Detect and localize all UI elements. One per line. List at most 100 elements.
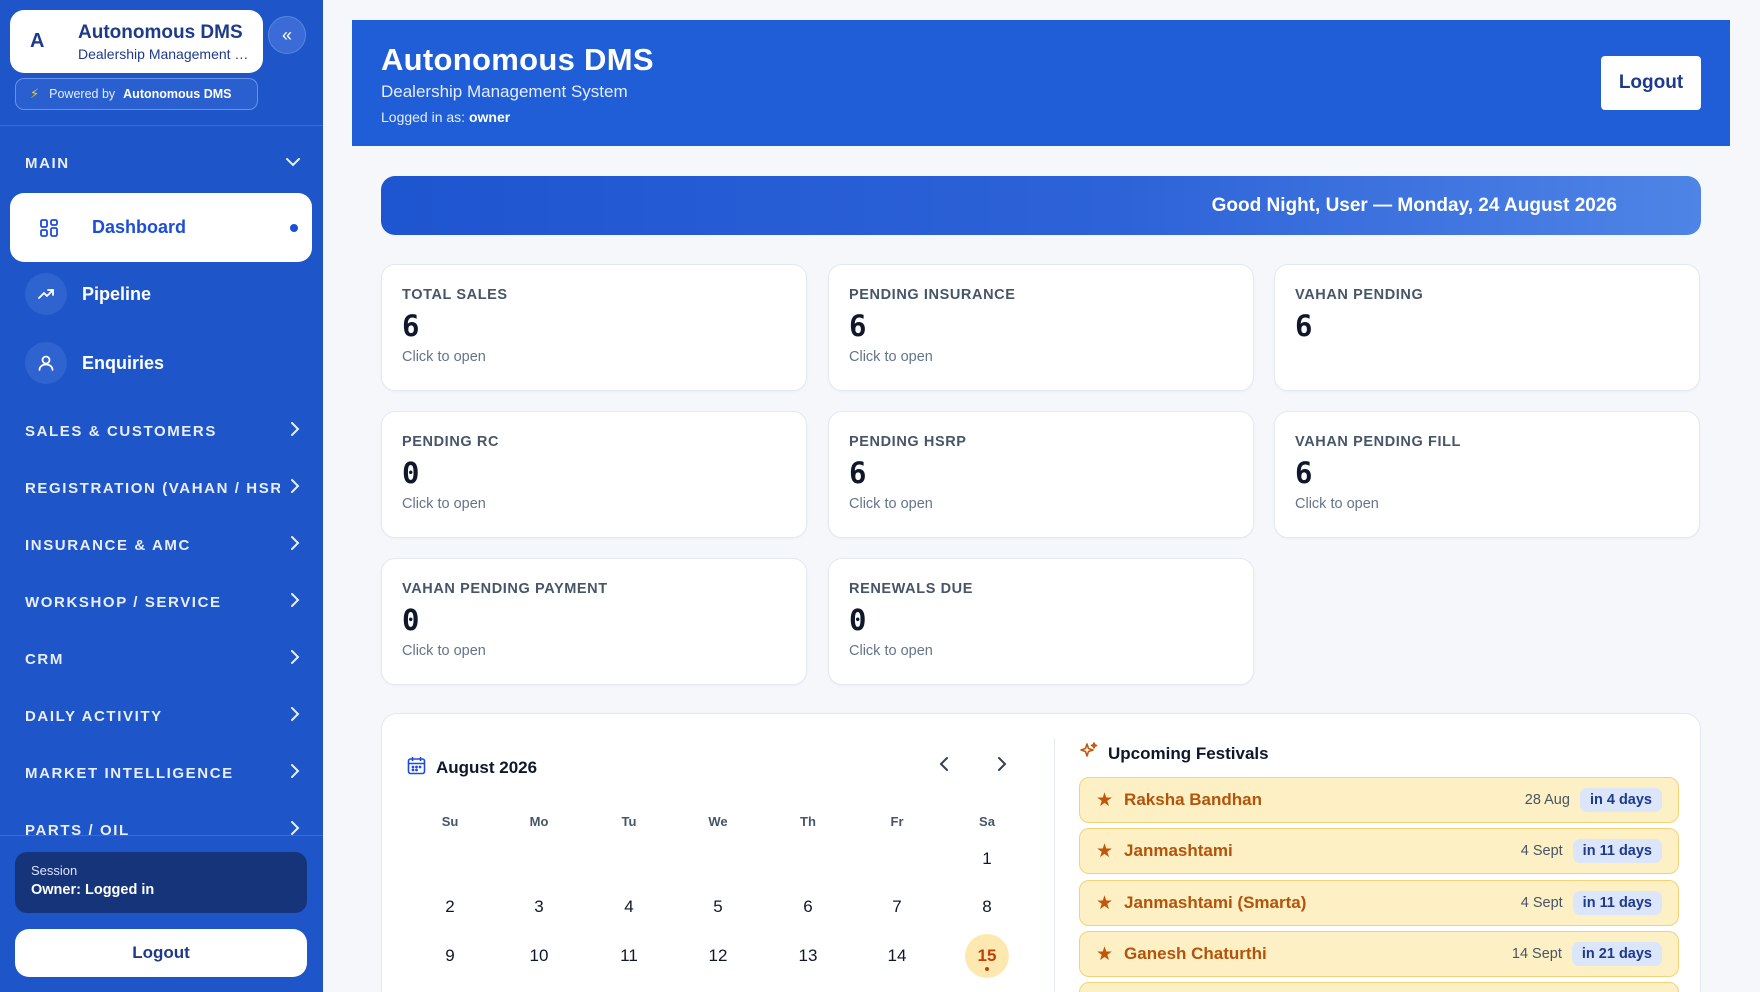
logged-in-as: Logged in as: owner: [381, 109, 1730, 125]
sparkle-icon: [1079, 741, 1099, 766]
calendar-day[interactable]: 1: [965, 837, 1009, 881]
section-label: INSURANCE & AMC: [25, 537, 191, 554]
calendar-festivals-panel: August 2026 Su Mo Tu We Th Fr Sa 1 2 3 4 5 6 7 8 9 10 11…: [381, 713, 1701, 992]
calendar-day[interactable]: 12: [696, 934, 740, 978]
calendar-day[interactable]: 10: [517, 934, 561, 978]
festival-item[interactable]: ★ Raksha Bandhan 28 Aug in 4 days: [1079, 777, 1679, 823]
festival-countdown-badge: in 21 days: [1571, 942, 1662, 966]
stat-card-renewals-due[interactable]: RENEWALS DUE 0 Click to open: [828, 558, 1254, 685]
calendar-day[interactable]: 6: [786, 885, 830, 929]
brand-title: Autonomous DMS: [78, 21, 243, 43]
section-main-label: MAIN: [25, 154, 70, 172]
stat-label: RENEWALS DUE: [849, 581, 974, 597]
section-label: CRM: [25, 651, 64, 668]
festival-item[interactable]: ★ Janmashtami 4 Sept in 11 days: [1079, 828, 1679, 874]
session-value: Owner: Logged in: [31, 882, 155, 898]
chevron-right-icon: [291, 479, 300, 498]
festival-date: 4 Sept: [1520, 895, 1563, 911]
stat-card-vahan-pending-fill[interactable]: VAHAN PENDING FILL 6 Click to open: [1274, 411, 1700, 538]
stat-value: 6: [849, 309, 867, 343]
festival-item[interactable]: ★ Janmashtami (Smarta) 4 Sept in 11 days: [1079, 880, 1679, 926]
calendar-day[interactable]: 9: [428, 934, 472, 978]
section-insurance-amc[interactable]: INSURANCE & AMC: [25, 536, 300, 555]
star-icon: ★: [1096, 840, 1114, 862]
section-crm[interactable]: CRM: [25, 650, 300, 669]
stat-hint: Click to open: [849, 349, 933, 365]
stat-card-vahan-pending: VAHAN PENDING 6: [1274, 264, 1700, 391]
stat-card-vahan-pending-payment[interactable]: VAHAN PENDING PAYMENT 0 Click to open: [381, 558, 807, 685]
session-card: Session Owner: Logged in: [15, 852, 307, 913]
festival-item[interactable]: [1079, 982, 1679, 992]
stat-card-pending-hsrp[interactable]: PENDING HSRP 6 Click to open: [828, 411, 1254, 538]
brand-card[interactable]: A Autonomous DMS Dealership Management S…: [10, 10, 263, 73]
section-sales-customers[interactable]: SALES & CUSTOMERS: [25, 422, 300, 441]
festival-countdown-badge: in 11 days: [1572, 891, 1662, 915]
calendar-day[interactable]: 5: [696, 885, 740, 929]
calendar-day[interactable]: 14: [875, 934, 919, 978]
section-workshop-service[interactable]: WORKSHOP / SERVICE: [25, 593, 300, 612]
festivals-title: Upcoming Festivals: [1108, 743, 1269, 763]
festival-item[interactable]: ★ Ganesh Chaturthi 14 Sept in 21 days: [1079, 931, 1679, 977]
header-logout-button[interactable]: Logout: [1601, 56, 1701, 110]
app-header: Autonomous DMS Dealership Management Sys…: [352, 20, 1730, 146]
greeting-banner: Good Night, User — Monday, 24 August 202…: [381, 176, 1701, 235]
chevron-right-icon: [291, 707, 300, 726]
collapse-sidebar-button[interactable]: «: [268, 16, 306, 54]
calendar-day[interactable]: 13: [786, 934, 830, 978]
logged-in-prefix: Logged in as:: [381, 109, 466, 125]
stat-hint: Click to open: [402, 496, 486, 512]
festival-date: 28 Aug: [1524, 792, 1570, 808]
calendar-day[interactable]: 7: [875, 885, 919, 929]
divider: [1054, 738, 1055, 992]
sidebar-item-pipeline[interactable]: Pipeline: [25, 271, 310, 317]
sidebar-item-dashboard[interactable]: Dashboard: [10, 193, 312, 262]
calendar-next-button[interactable]: [987, 750, 1017, 780]
stat-hint: Click to open: [849, 496, 933, 512]
calendar-weekday-header: Th: [800, 814, 816, 829]
calendar-weekday-header: Tu: [621, 814, 637, 829]
calendar-weekday-header: Mo: [529, 814, 549, 829]
calendar-day[interactable]: 15: [965, 934, 1009, 978]
chevron-right-icon: [291, 536, 300, 555]
sidebar-logout-button[interactable]: Logout: [15, 929, 307, 977]
page-subtitle: Dealership Management System: [381, 82, 628, 101]
stat-card-pending-insurance[interactable]: PENDING INSURANCE 6 Click to open: [828, 264, 1254, 391]
brand-text: Autonomous DMS Dealership Management Sys…: [78, 22, 250, 62]
chevron-right-icon: [291, 650, 300, 669]
stat-value: 0: [402, 456, 420, 490]
section-market-intelligence[interactable]: MARKET INTELLIGENCE: [25, 764, 300, 783]
section-label: SALES & CUSTOMERS: [25, 423, 217, 440]
section-daily-activity[interactable]: DAILY ACTIVITY: [25, 707, 300, 726]
calendar-day[interactable]: 4: [607, 885, 651, 929]
calendar-day[interactable]: 11: [607, 934, 651, 978]
festival-name: Ganesh Chaturthi: [1124, 944, 1267, 963]
dashboard-grid-icon: [28, 207, 70, 249]
divider: [0, 125, 323, 126]
stat-label: PENDING RC: [402, 434, 500, 450]
chevron-right-icon: [291, 422, 300, 441]
sidebar-item-enquiries[interactable]: Enquiries: [25, 340, 310, 386]
page-title: Autonomous DMS: [381, 42, 654, 77]
calendar-day[interactable]: 8: [965, 885, 1009, 929]
trending-up-icon: [25, 273, 67, 315]
star-icon: ★: [1096, 789, 1114, 811]
section-main[interactable]: MAIN: [25, 154, 300, 172]
brand-avatar: A: [30, 30, 45, 52]
stat-value: 6: [402, 309, 420, 343]
sidebar-item-enquiries-label: Enquiries: [82, 352, 165, 373]
double-chevron-left-icon: «: [281, 24, 292, 45]
sidebar-item-pipeline-label: Pipeline: [82, 283, 152, 304]
calendar-day[interactable]: 3: [517, 885, 561, 929]
stat-label: PENDING INSURANCE: [849, 287, 1016, 303]
stat-card-pending-rc[interactable]: PENDING RC 0 Click to open: [381, 411, 807, 538]
section-registration[interactable]: REGISTRATION (VAHAN / HSRP): [25, 479, 300, 498]
stat-card-total-sales[interactable]: TOTAL SALES 6 Click to open: [381, 264, 807, 391]
calendar-day[interactable]: 2: [428, 885, 472, 929]
section-label: WORKSHOP / SERVICE: [25, 594, 222, 611]
star-icon: ★: [1096, 943, 1114, 965]
stat-value: 0: [849, 603, 867, 637]
calendar-header: August 2026: [407, 756, 537, 780]
festival-date: 4 Sept: [1520, 843, 1563, 859]
calendar-prev-button[interactable]: [929, 750, 959, 780]
calendar-weekday-header: Sa: [979, 814, 995, 829]
